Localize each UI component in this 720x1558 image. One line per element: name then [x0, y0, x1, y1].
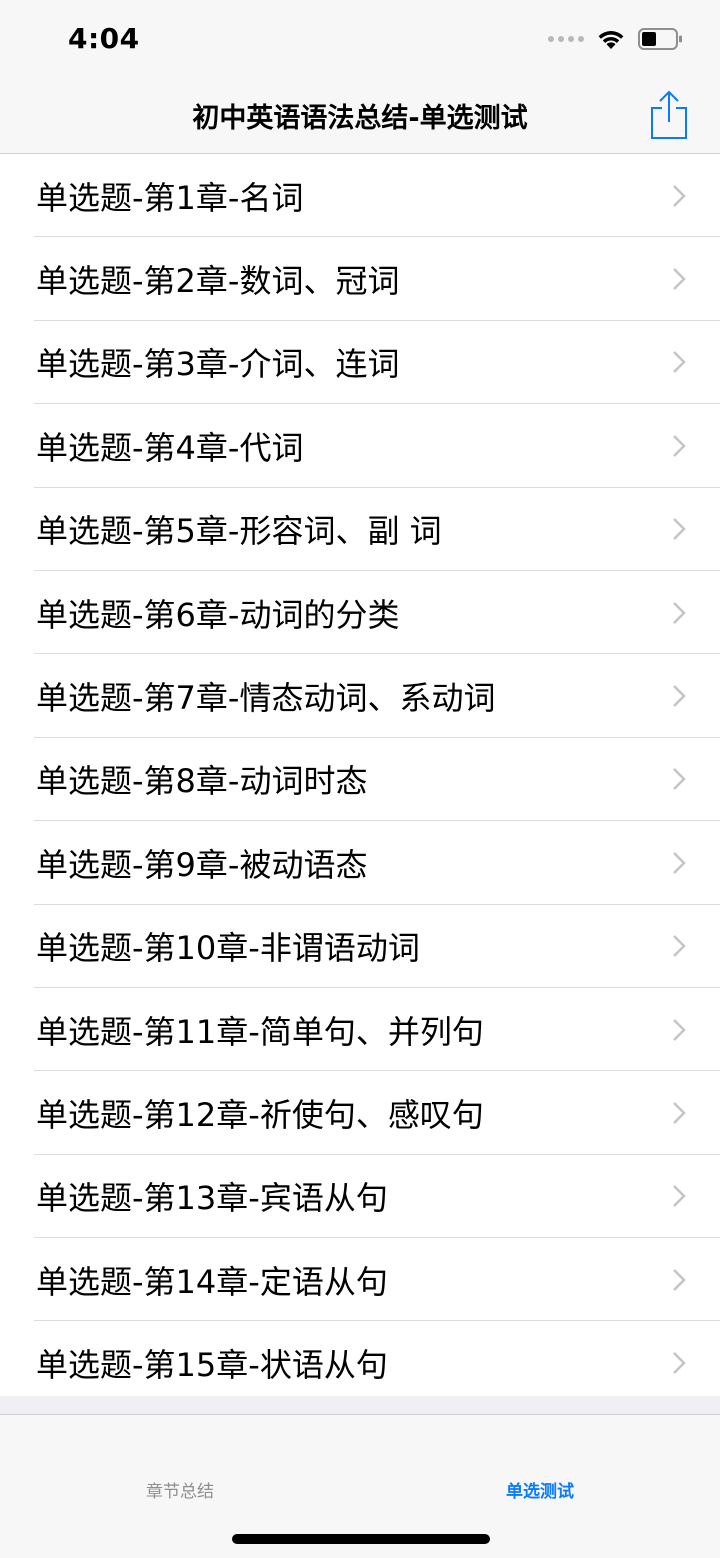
wifi-icon [596, 28, 626, 50]
list-item[interactable]: 单选题-第14章-定语从句 [0, 1238, 720, 1322]
list-item[interactable]: 单选题-第5章-形容词、副 词 [0, 488, 720, 571]
chevron-right-icon [673, 1268, 686, 1291]
battery-icon [638, 28, 684, 50]
list-item-label: 单选题-第13章-宾语从句 [36, 1179, 388, 1218]
chevron-right-icon [673, 768, 686, 791]
list-item-label: 单选题-第15章-状语从句 [36, 1346, 388, 1385]
list-item[interactable]: 单选题-第11章-简单句、并列句 [0, 988, 720, 1072]
list-item-label: 单选题-第7章-情态动词、系动词 [36, 679, 496, 718]
list-item[interactable]: 单选题-第3章-介词、连词 [0, 321, 720, 405]
chevron-right-icon [673, 351, 686, 374]
list-item[interactable]: 单选题-第2章-数词、冠词 [0, 237, 720, 321]
chevron-right-icon [673, 601, 686, 624]
list-item-label: 单选题-第9章-被动语态 [36, 845, 368, 884]
home-indicator [232, 1534, 490, 1544]
chevron-right-icon [673, 1102, 686, 1124]
list-item[interactable]: 单选题-第8章-动词时态 [0, 738, 720, 822]
list-item-label: 单选题-第14章-定语从句 [36, 1262, 388, 1301]
chevron-right-icon [673, 1352, 686, 1375]
list-footer-gap [0, 1396, 720, 1414]
list-item[interactable]: 单选题-第10章-非谓语动词 [0, 905, 720, 988]
chevron-right-icon [673, 268, 686, 290]
list-item[interactable]: 单选题-第9章-被动语态 [0, 821, 720, 905]
chevron-right-icon [673, 935, 686, 958]
list-item[interactable]: 单选题-第4章-代词 [0, 404, 720, 488]
list-item-label: 单选题-第3章-介词、连词 [36, 345, 400, 384]
list-item[interactable]: 单选题-第15章-状语从句 [0, 1321, 720, 1405]
chevron-right-icon [673, 685, 686, 707]
list-item-label: 单选题-第12章-祈使句、感叹句 [36, 1095, 484, 1134]
chapter-list: 单选题-第1章-名词 单选题-第2章-数词、冠词 单选题-第3章-介词、连词 单… [0, 154, 720, 1405]
list-item[interactable]: 单选题-第13章-宾语从句 [0, 1155, 720, 1239]
chevron-right-icon [673, 434, 686, 457]
chevron-right-icon [673, 1185, 686, 1208]
status-icons [548, 24, 684, 54]
top-bar: 4:04 初中英语语法总结-单选测试 [0, 0, 720, 154]
list-item-label: 单选题-第4章-代词 [36, 428, 304, 467]
status-time: 4:04 [68, 22, 140, 55]
list-item-label: 单选题-第8章-动词时态 [36, 762, 368, 801]
list-item-label: 单选题-第1章-名词 [36, 178, 304, 217]
chevron-right-icon [673, 851, 686, 874]
page-title: 初中英语语法总结-单选测试 [192, 103, 528, 134]
list-item[interactable]: 单选题-第7章-情态动词、系动词 [0, 654, 720, 738]
share-button[interactable] [648, 90, 690, 140]
list-item-label: 单选题-第10章-非谓语动词 [36, 929, 420, 968]
tab-single-choice-test[interactable]: 单选测试 [440, 1477, 640, 1502]
share-icon [651, 90, 687, 139]
list-item[interactable]: 单选题-第1章-名词 [0, 154, 720, 238]
tab-chapter-summary[interactable]: 章节总结 [80, 1477, 280, 1502]
list-item-label: 单选题-第11章-简单句、并列句 [36, 1012, 484, 1051]
list-item[interactable]: 单选题-第12章-祈使句、感叹句 [0, 1071, 720, 1155]
chevron-right-icon [673, 184, 686, 207]
chevron-right-icon [673, 518, 686, 541]
list-item-label: 单选题-第5章-形容词、副 词 [36, 512, 442, 551]
chevron-right-icon [673, 1018, 686, 1041]
list-item[interactable]: 单选题-第6章-动词的分类 [0, 571, 720, 655]
list-item-label: 单选题-第6章-动词的分类 [36, 595, 400, 634]
list-item-label: 单选题-第2章-数词、冠词 [36, 262, 400, 301]
signal-dots-icon [548, 36, 584, 42]
screen: 4:04 初中英语语法总结-单选测试 单选题-第1章-名词 单选题-第2章-数词… [0, 0, 720, 1558]
